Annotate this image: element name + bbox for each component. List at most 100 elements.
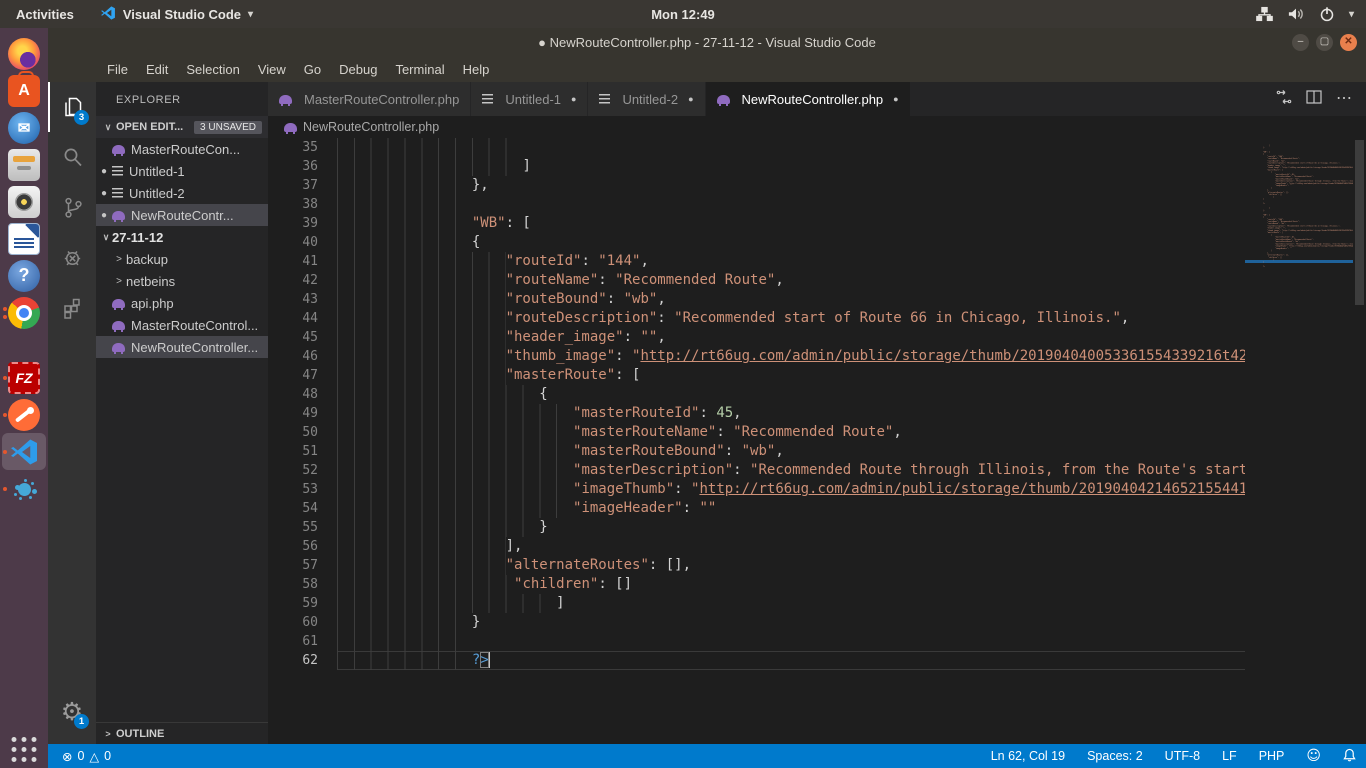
indentation-status[interactable]: Spaces: 2: [1087, 749, 1143, 763]
line-number[interactable]: 50: [268, 423, 337, 442]
menu-debug[interactable]: Debug: [330, 56, 386, 82]
eol-status[interactable]: LF: [1222, 749, 1237, 763]
tree-item-backup[interactable]: >backup: [96, 248, 268, 270]
line-number[interactable]: 36: [268, 157, 337, 176]
line-number[interactable]: 35: [268, 138, 337, 157]
code-line-56[interactable]: 56 ],: [268, 537, 1245, 556]
menu-file[interactable]: File: [98, 56, 137, 82]
code-editor[interactable]: 3536 ]37 },3839 "WB": [40 {41 "routeId":…: [268, 138, 1366, 744]
line-number[interactable]: 59: [268, 594, 337, 613]
line-number[interactable]: 44: [268, 309, 337, 328]
language-mode-status[interactable]: PHP: [1259, 749, 1285, 763]
code-line-44[interactable]: 44 "routeDescription": "Recommended star…: [268, 309, 1245, 328]
outline-section-header[interactable]: > OUTLINE: [96, 722, 268, 744]
show-applications-button[interactable]: [12, 737, 37, 762]
code-line-50[interactable]: 50 "masterRouteName": "Recommended Route…: [268, 423, 1245, 442]
vscode-dock-item[interactable]: [2, 433, 46, 470]
line-number[interactable]: 38: [268, 195, 337, 214]
code-line-39[interactable]: 39 "WB": [: [268, 214, 1245, 233]
help-dock-item[interactable]: ?: [2, 257, 46, 294]
line-number[interactable]: 53: [268, 480, 337, 499]
code-line-57[interactable]: 57 "alternateRoutes": [],: [268, 556, 1245, 575]
tab-untitled2[interactable]: Untitled-2●: [588, 82, 705, 116]
code-line-58[interactable]: 58 "children": []: [268, 575, 1245, 594]
code-line-48[interactable]: 48 {: [268, 385, 1245, 404]
chrome-dock-item[interactable]: [2, 294, 46, 331]
editor-scrollbar[interactable]: [1353, 138, 1366, 744]
code-line-37[interactable]: 37 },: [268, 176, 1245, 195]
firefox-dock-item[interactable]: [2, 35, 46, 72]
rhythmbox-dock-item[interactable]: [2, 183, 46, 220]
line-number[interactable]: 56: [268, 537, 337, 556]
debug-activity-icon[interactable]: [48, 232, 96, 282]
tree-item-newroutecontroller[interactable]: NewRouteController...: [96, 336, 268, 358]
search-activity-icon[interactable]: [48, 132, 96, 182]
line-number[interactable]: 40: [268, 233, 337, 252]
menu-view[interactable]: View: [249, 56, 295, 82]
line-number[interactable]: 49: [268, 404, 337, 423]
code-line-45[interactable]: 45 "header_image": "",: [268, 328, 1245, 347]
menu-edit[interactable]: Edit: [137, 56, 177, 82]
open-editor-item[interactable]: ●Untitled-2: [96, 182, 268, 204]
line-number[interactable]: 62: [268, 651, 337, 670]
line-number[interactable]: 58: [268, 575, 337, 594]
line-number[interactable]: 39: [268, 214, 337, 233]
minimap[interactable]: ] }, "WB": [ { "routeId": "144", "routeN…: [1245, 138, 1353, 744]
extensions-activity-icon[interactable]: [48, 282, 96, 332]
line-number[interactable]: 55: [268, 518, 337, 537]
gnome-system-tray[interactable]: ▾: [1256, 0, 1366, 28]
line-number[interactable]: 54: [268, 499, 337, 518]
line-number[interactable]: 60: [268, 613, 337, 632]
menu-selection[interactable]: Selection: [177, 56, 248, 82]
more-actions-icon[interactable]: ⋯: [1336, 94, 1352, 104]
line-number[interactable]: 52: [268, 461, 337, 480]
open-editor-item[interactable]: MasterRouteCon...: [96, 138, 268, 160]
tree-item-masterroutecontrol[interactable]: MasterRouteControl...: [96, 314, 268, 336]
tab-untitled1[interactable]: Untitled-1●: [471, 82, 588, 116]
open-editor-item[interactable]: ●NewRouteContr...: [96, 204, 268, 226]
thunderbird-dock-item[interactable]: ✉: [2, 109, 46, 146]
code-line-61[interactable]: 61: [268, 632, 1245, 651]
tree-item-apiphp[interactable]: api.php: [96, 292, 268, 314]
open-editor-item[interactable]: ●Untitled-1: [96, 160, 268, 182]
open-editors-header[interactable]: ∨ OPEN EDIT... 3 UNSAVED: [96, 116, 268, 138]
code-line-55[interactable]: 55 }: [268, 518, 1245, 537]
window-titlebar[interactable]: ● NewRouteController.php - 27-11-12 - Vi…: [48, 28, 1366, 56]
minimize-button[interactable]: –: [1292, 34, 1309, 51]
code-line-42[interactable]: 42 "routeName": "Recommended Route",: [268, 271, 1245, 290]
code-line-35[interactable]: 35: [268, 138, 1245, 157]
code-line-46[interactable]: 46 "thumb_image": "http://rt66ug.com/adm…: [268, 347, 1245, 366]
close-button[interactable]: ✕: [1340, 34, 1357, 51]
activities-button[interactable]: Activities: [0, 0, 90, 28]
tree-item-netbeins[interactable]: >netbeins: [96, 270, 268, 292]
code-line-38[interactable]: 38: [268, 195, 1245, 214]
notifications-bell-icon[interactable]: [1343, 748, 1356, 765]
explorer-activity-icon[interactable]: 3: [48, 82, 96, 132]
cursor-position-status[interactable]: Ln 62, Col 19: [991, 749, 1065, 763]
code-line-52[interactable]: 52 "masterDescription": "Recommended Rou…: [268, 461, 1245, 480]
open-changes-icon[interactable]: [1276, 89, 1292, 110]
encoding-status[interactable]: UTF-8: [1165, 749, 1200, 763]
ink-splash-app-dock-item[interactable]: [2, 470, 46, 507]
tab-newroutecontrollerphp[interactable]: NewRouteController.php●: [706, 82, 911, 116]
line-number[interactable]: 41: [268, 252, 337, 271]
code-line-49[interactable]: 49 "masterRouteId": 45,: [268, 404, 1245, 423]
code-line-36[interactable]: 36 ]: [268, 157, 1245, 176]
code-line-40[interactable]: 40 {: [268, 233, 1245, 252]
line-number[interactable]: 61: [268, 632, 337, 651]
feedback-smiley-icon[interactable]: ☺: [1306, 748, 1321, 764]
postman-dock-item[interactable]: [2, 396, 46, 433]
breadcrumb[interactable]: NewRouteController.php: [268, 116, 1366, 138]
settings-gear-icon[interactable]: ⚙1: [48, 686, 96, 736]
code-line-62[interactable]: 62 ?>: [268, 651, 1245, 670]
scm-activity-icon[interactable]: [48, 182, 96, 232]
line-number[interactable]: 46: [268, 347, 337, 366]
line-number[interactable]: 42: [268, 271, 337, 290]
gnome-app-menu[interactable]: Visual Studio Code ▾: [90, 0, 263, 28]
line-number[interactable]: 43: [268, 290, 337, 309]
code-line-54[interactable]: 54 "imageHeader": "": [268, 499, 1245, 518]
split-editor-icon[interactable]: [1306, 90, 1322, 109]
problems-status[interactable]: ⊗ 0 △ 0: [62, 749, 111, 764]
libreoffice-writer-dock-item[interactable]: [2, 220, 46, 257]
line-number[interactable]: 51: [268, 442, 337, 461]
